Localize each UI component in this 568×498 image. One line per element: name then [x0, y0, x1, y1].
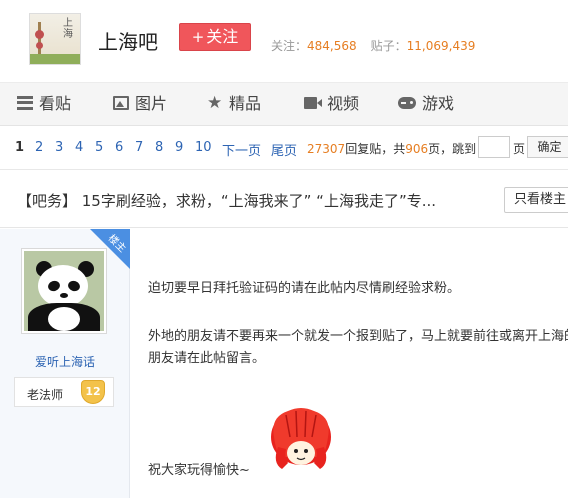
reply-summary: 27307回复贴，共906页，跳到 — [307, 140, 476, 157]
forum-nav: 看贴 图片 ★ 精品 视频 游戏 — [0, 82, 568, 126]
gamepad-icon — [398, 96, 416, 109]
page-jump-unit: 页 — [513, 142, 526, 156]
panda-avatar-image — [24, 251, 104, 331]
follow-button[interactable]: + 关注 — [179, 23, 251, 51]
page-link-current: 1 — [15, 140, 25, 155]
forum-stats: 关注：484,568 贴子：11,069,439 — [271, 37, 475, 54]
reply-count: 27307 — [307, 142, 346, 156]
nav-tab-videos[interactable]: 视频 — [304, 83, 359, 125]
pagination-bar: 1 2 3 4 5 6 7 8 9 10 下一页 尾页 27307回复贴，共90… — [0, 126, 568, 170]
page-link[interactable]: 7 — [135, 140, 143, 155]
nav-tab-games[interactable]: 游戏 — [398, 83, 454, 125]
page-suffix: 页，跳到 — [428, 142, 477, 156]
avatar[interactable] — [21, 248, 107, 334]
star-icon: ★ — [207, 92, 223, 113]
followers-label: 关注： — [271, 39, 308, 53]
logo-calligraphy: 上海 — [63, 18, 73, 40]
only-op-button[interactable]: 只看楼主 — [504, 187, 568, 213]
nav-label: 图片 — [135, 94, 168, 113]
page-jump-button[interactable]: 确定 — [527, 136, 568, 158]
page-link[interactable]: 3 — [55, 140, 63, 155]
post-paragraph: 祝大家玩得愉快~ — [148, 463, 250, 478]
posts-count: 11,069,439 — [406, 39, 476, 53]
level-number-icon: 12 — [81, 380, 105, 404]
list-icon — [17, 95, 33, 110]
thread-title: 【吧务】 15字刷经验，求粉，“上海我来了” “上海我走了”专... — [17, 192, 437, 210]
forum-name[interactable]: 上海吧 — [98, 26, 158, 55]
post-paragraph: 迫切要早日拜托验证码的请在此帖内尽情刷经验求粉。 — [148, 281, 461, 296]
nav-tab-pictures[interactable]: 图片 — [113, 83, 167, 125]
nav-tab-posts[interactable]: 看贴 — [17, 83, 71, 125]
page-link[interactable]: 9 — [175, 140, 183, 155]
nav-label: 视频 — [327, 94, 360, 113]
post-floor-1: 楼主 爱听上海话 老法师 12 迫切要早日拜托验证码的请在此帖内尽情刷经验求粉。… — [0, 229, 568, 498]
forum-header: 上海 上海吧 + 关注 关注：484,568 贴子：11,069,439 — [0, 0, 568, 82]
plus-icon: + — [191, 28, 205, 46]
user-level-badge[interactable]: 老法师 12 — [14, 377, 114, 407]
page-jump-input[interactable] — [478, 136, 510, 158]
reply-suffix: 回复贴，共 — [345, 142, 406, 156]
page-link[interactable]: 10 — [195, 140, 212, 155]
page-link[interactable]: 5 — [95, 140, 103, 155]
video-icon — [304, 96, 322, 109]
tower-icon — [35, 22, 44, 54]
nav-label: 看贴 — [39, 94, 72, 113]
picture-icon — [113, 95, 129, 110]
nav-label: 游戏 — [422, 94, 455, 113]
page-link[interactable]: 6 — [115, 140, 123, 155]
next-page-link[interactable]: 下一页 — [222, 140, 261, 159]
author-name[interactable]: 爱听上海话 — [0, 353, 130, 370]
nav-label: 精品 — [229, 94, 262, 113]
author-panel: 楼主 爱听上海话 老法师 12 — [0, 229, 130, 498]
post-paragraph: 外地的朋友请不要再来一个就发一个报到贴了，马上就要前往或离开上海的朋友请在此帖留… — [148, 329, 568, 366]
thread-title-bar: 【吧务】 15字刷经验，求粉，“上海我来了” “上海我走了”专... 只看楼主 — [0, 170, 568, 228]
logo-ground — [30, 54, 80, 64]
page-link[interactable]: 4 — [75, 140, 83, 155]
red-haired-cartoon-emoji-icon — [271, 408, 331, 469]
page-count: 906 — [405, 142, 429, 156]
follow-label: 关注 — [206, 27, 239, 46]
nav-tab-featured[interactable]: ★ 精品 — [207, 83, 261, 125]
posts-label: 贴子： — [370, 39, 407, 53]
followers-count: 484,568 — [307, 39, 357, 53]
page-link[interactable]: 8 — [155, 140, 163, 155]
level-title: 老法师 — [27, 388, 64, 402]
last-page-link[interactable]: 尾页 — [271, 140, 297, 159]
post-content: 迫切要早日拜托验证码的请在此帖内尽情刷经验求粉。 外地的朋友请不要再来一个就发一… — [148, 229, 568, 498]
forum-logo[interactable]: 上海 — [29, 13, 81, 65]
page-link[interactable]: 2 — [35, 140, 43, 155]
